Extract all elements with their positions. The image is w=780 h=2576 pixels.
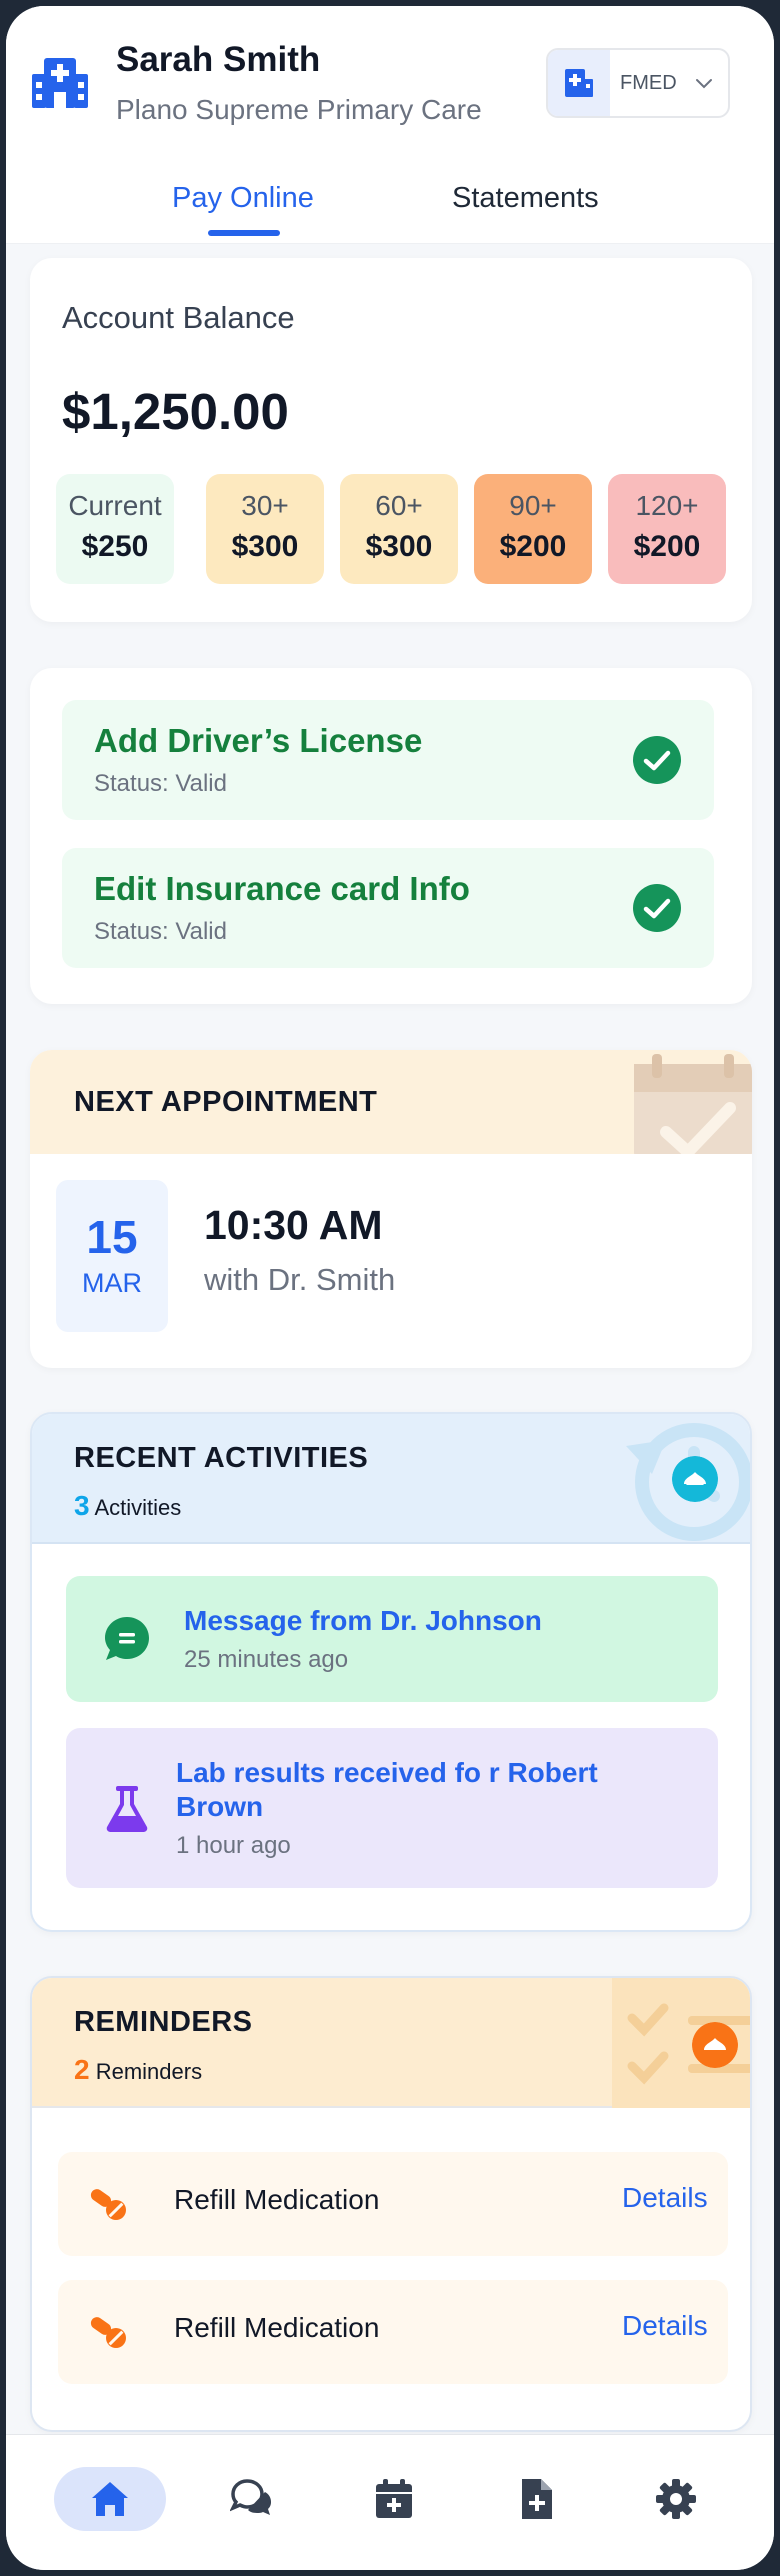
aging-label: Current xyxy=(68,490,162,521)
account-balance-card: Account Balance $1,250.00 Current $250 3… xyxy=(30,258,752,622)
activities-header: RECENT ACTIVITIES 3 Activities xyxy=(32,1414,750,1544)
activity-message-item[interactable]: Message from Dr. Johnson 25 minutes ago xyxy=(66,1576,718,1702)
chat-icon xyxy=(230,2479,271,2515)
aging-label: 60+ xyxy=(375,490,423,521)
nav-appointments[interactable] xyxy=(338,2467,450,2531)
organization-code: FMED xyxy=(620,71,677,94)
next-appointment-card[interactable]: NEXT APPOINTMENT 15 MAR 10:30 AM with Dr… xyxy=(30,1050,752,1368)
activities-count: 3 Activities xyxy=(74,1490,181,1522)
activity-title: Lab results received fo r Robert Brown xyxy=(176,1757,598,1822)
tab-pay-online[interactable]: Pay Online xyxy=(172,182,314,215)
reminders-header: REMINDERS 2 Reminders xyxy=(32,1978,750,2108)
appointment-time: 10:30 AM xyxy=(204,1202,383,1248)
reminders-card: REMINDERS 2 Reminders Refill Medication … xyxy=(30,1976,752,2432)
active-tab-indicator xyxy=(208,230,280,236)
bottom-navigation xyxy=(6,2434,774,2570)
reminder-text: Refill Medication xyxy=(174,2312,380,2343)
document-status: Status: Valid xyxy=(94,770,227,797)
chevron-down-icon xyxy=(695,79,712,89)
aging-label: 120+ xyxy=(635,490,699,521)
calendar-check-icon xyxy=(634,1054,752,1154)
hospital-building-icon xyxy=(32,58,88,108)
pill-icon xyxy=(90,2317,126,2348)
aging-value: $200 xyxy=(499,530,567,563)
pill-icon xyxy=(90,2189,126,2220)
reminders-count: 2 Reminders xyxy=(74,2054,202,2086)
flask-icon xyxy=(106,1786,148,1832)
clinic-name: Plano Supreme Primary Care xyxy=(116,94,482,125)
calendar-plus-icon xyxy=(376,2479,412,2518)
reminder-text: Refill Medication xyxy=(174,2184,380,2215)
message-icon xyxy=(105,1617,149,1660)
aging-value: $300 xyxy=(231,530,299,563)
appointment-title: NEXT APPOINTMENT xyxy=(74,1086,378,1118)
collapse-activities-button[interactable] xyxy=(672,1456,718,1502)
activities-title: RECENT ACTIVITIES xyxy=(74,1442,369,1474)
edit-insurance-card-item[interactable]: Edit Insurance card Info Status: Valid xyxy=(62,848,714,968)
recent-activities-card: RECENT ACTIVITIES 3 Activities Message f… xyxy=(30,1412,752,1932)
organization-icon-box xyxy=(548,50,610,116)
collapse-reminders-button[interactable] xyxy=(692,2022,738,2068)
check-circle-icon xyxy=(633,736,681,784)
add-drivers-license-item[interactable]: Add Driver’s License Status: Valid xyxy=(62,700,714,820)
nav-home[interactable] xyxy=(54,2467,166,2531)
home-icon xyxy=(92,2482,128,2516)
balance-label: Account Balance xyxy=(62,300,295,335)
appointment-date: 15 MAR xyxy=(56,1180,168,1332)
check-circle-icon xyxy=(633,884,681,932)
aging-value: $300 xyxy=(365,530,433,563)
activity-lab-results-item[interactable]: Lab results received fo r Robert Brown 1… xyxy=(66,1728,718,1888)
appointment-header: NEXT APPOINTMENT xyxy=(30,1050,752,1154)
tab-statements[interactable]: Statements xyxy=(452,182,599,215)
aging-bucket-60[interactable]: 60+ $300 xyxy=(340,474,458,584)
file-plus-icon xyxy=(522,2479,552,2519)
app-header: Sarah Smith Plano Supreme Primary Care F… xyxy=(6,6,774,244)
aging-label: 30+ xyxy=(241,490,289,521)
reminders-title: REMINDERS xyxy=(74,2006,253,2038)
aging-value: $250 xyxy=(81,530,149,563)
documents-card: Add Driver’s License Status: Valid Edit … xyxy=(30,668,752,1004)
gear-icon xyxy=(656,2479,696,2519)
activity-title: Message from Dr. Johnson xyxy=(184,1605,542,1636)
activity-time: 25 minutes ago xyxy=(184,1646,349,1673)
appointment-month: MAR xyxy=(82,1268,142,1298)
activities-count-number: 3 xyxy=(74,1490,90,1521)
phone-screen: Sarah Smith Plano Supreme Primary Care F… xyxy=(6,6,774,2570)
aging-label: 90+ xyxy=(509,490,557,521)
user-name: Sarah Smith xyxy=(116,40,321,79)
activities-count-label: Activities xyxy=(94,1495,182,1520)
reminder-item: Refill Medication Details xyxy=(58,2280,728,2384)
reminder-details-link[interactable]: Details xyxy=(622,2182,708,2214)
document-title: Add Driver’s License xyxy=(94,722,423,759)
hospital-icon xyxy=(565,69,593,97)
nav-documents[interactable] xyxy=(480,2467,592,2531)
nav-settings[interactable] xyxy=(620,2467,732,2531)
activity-time: 1 hour ago xyxy=(176,1832,291,1859)
aging-bucket-120[interactable]: 120+ $200 xyxy=(608,474,726,584)
reminders-count-number: 2 xyxy=(74,2054,90,2085)
balance-amount: $1,250.00 xyxy=(62,383,289,440)
appointment-day: 15 xyxy=(86,1211,138,1263)
document-status: Status: Valid xyxy=(94,918,227,945)
nav-messages[interactable] xyxy=(196,2467,308,2531)
document-title: Edit Insurance card Info xyxy=(94,870,470,907)
reminders-count-label: Reminders xyxy=(95,2059,203,2084)
organization-dropdown[interactable]: FMED xyxy=(546,48,730,118)
aging-value: $200 xyxy=(633,530,701,563)
appointment-provider: with Dr. Smith xyxy=(204,1262,396,1297)
aging-bucket-current[interactable]: Current $250 xyxy=(56,474,174,584)
reminder-details-link[interactable]: Details xyxy=(622,2310,708,2342)
aging-bucket-30[interactable]: 30+ $300 xyxy=(206,474,324,584)
reminder-item: Refill Medication Details xyxy=(58,2152,728,2256)
aging-bucket-90[interactable]: 90+ $200 xyxy=(474,474,592,584)
